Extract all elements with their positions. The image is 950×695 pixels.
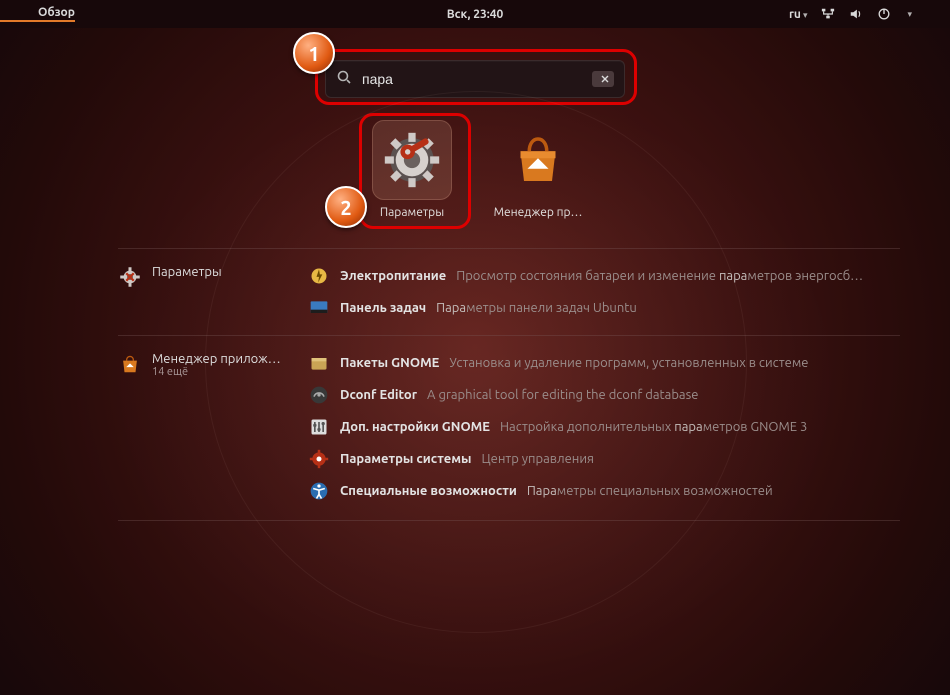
row-title: Параметры системы (340, 452, 472, 466)
cog-icon (308, 448, 330, 470)
annotation-box-2 (359, 113, 471, 229)
row-title: Доп. настройки GNOME (340, 420, 490, 434)
result-group-software: Менеджер прилож… 14 ещё Пакеты GNOME Уст… (118, 335, 900, 518)
row-desc: Настройка дополнительных параметров GNOM… (500, 420, 807, 434)
row-title: Специальные возможности (340, 484, 517, 498)
result-group-settings: Параметры Электропитание Просмотр состоя… (118, 248, 900, 335)
row-desc: Центр управления (482, 452, 595, 466)
result-row-system-settings[interactable]: Параметры системы Центр управления (308, 448, 900, 470)
app-tile-software[interactable]: Менеджер пр… (492, 120, 584, 219)
result-row-packages[interactable]: Пакеты GNOME Установка и удаление програ… (308, 352, 900, 374)
result-row-panel[interactable]: Панель задач Параметры панели задач Ubun… (308, 297, 900, 319)
clock[interactable]: Вск, 23:40 (447, 8, 504, 21)
annotation-number-1: 1 (293, 32, 335, 74)
group-header[interactable]: Менеджер прилож… 14 ещё (118, 352, 308, 502)
row-desc: A graphical tool for editing the dconf d… (427, 388, 698, 402)
row-desc: Параметры панели задач Ubuntu (436, 301, 637, 315)
row-title: Электропитание (340, 269, 446, 283)
software-small-icon (118, 352, 142, 376)
result-row-a11y[interactable]: Специальные возможности Параметры специа… (308, 480, 900, 502)
tweaks-icon (308, 416, 330, 438)
annotation-box-1 (315, 49, 637, 105)
software-manager-icon (498, 120, 578, 200)
group-header[interactable]: Параметры (118, 265, 308, 319)
panel-icon (308, 297, 330, 319)
system-tray: ru▾ ▾ (789, 7, 950, 21)
keyboard-indicator[interactable]: ru▾ (789, 8, 807, 21)
row-title: Панель задач (340, 301, 426, 315)
group-subtitle: 14 ещё (152, 366, 281, 378)
row-desc: Параметры специальных возможностей (527, 484, 773, 498)
result-row-tweaks[interactable]: Доп. настройки GNOME Настройка дополните… (308, 416, 900, 438)
row-desc: Просмотр состояния батареи и изменение п… (456, 269, 863, 283)
sound-icon[interactable] (849, 7, 863, 21)
top-bar: Обзор Вск, 23:40 ru▾ ▾ (0, 0, 950, 28)
network-icon[interactable] (821, 7, 835, 21)
group-title: Менеджер прилож… (152, 352, 281, 366)
activities-button[interactable]: Обзор (0, 6, 75, 22)
row-title: Dconf Editor (340, 388, 417, 402)
result-row-dconf[interactable]: Dconf Editor A graphical tool for editin… (308, 384, 900, 406)
search-results: Параметры Электропитание Просмотр состоя… (118, 248, 900, 521)
power-icon (308, 265, 330, 287)
annotation-number-2: 2 (325, 186, 367, 228)
chevron-down-icon: ▾ (907, 9, 912, 20)
group-title: Параметры (152, 265, 222, 279)
app-label: Менеджер пр… (494, 206, 583, 219)
accessibility-icon (308, 480, 330, 502)
dconf-icon (308, 384, 330, 406)
result-row-power[interactable]: Электропитание Просмотр состояния батаре… (308, 265, 900, 287)
settings-small-icon (118, 265, 142, 289)
row-desc: Установка и удаление программ, установле… (449, 356, 808, 370)
row-title: Пакеты GNOME (340, 356, 439, 370)
package-icon (308, 352, 330, 374)
power-icon[interactable] (877, 7, 891, 21)
